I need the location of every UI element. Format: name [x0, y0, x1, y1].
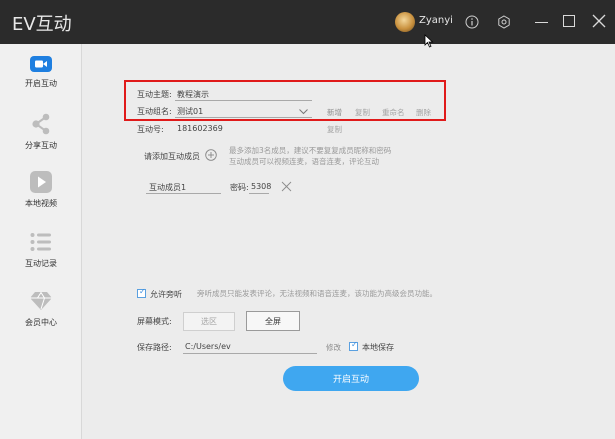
save-path-input[interactable]: C:/Users/ev — [185, 342, 231, 351]
interaction-id-value: 181602369 — [177, 124, 223, 133]
sidebar-item-member-center[interactable]: 会员中心 — [0, 289, 82, 328]
app-title: EV互动 — [12, 14, 72, 35]
interaction-id-label: 互动号: — [137, 125, 164, 134]
local-save-label: 本地保存 — [362, 343, 394, 352]
sidebar-item-start-interaction[interactable]: 开启互动 — [0, 54, 82, 89]
remove-member-icon[interactable] — [281, 181, 292, 192]
sidebar-item-interaction-records[interactable]: 互动记录 — [0, 230, 82, 269]
sidebar: 开启互动 分享互动 本地视频 互动记录 会员中心 — [0, 44, 82, 439]
sidebar-item-label: 互动记录 — [25, 259, 57, 268]
sidebar-item-label: 开启互动 — [25, 79, 57, 88]
password-label: 密码: — [230, 183, 249, 192]
play-icon — [30, 171, 52, 193]
allow-bystander-checkbox[interactable]: ✓ — [137, 287, 146, 298]
allow-bystander-hint: 旁听成员只能发表评论，无法视频和语音连麦，该功能为高级会员功能。 — [197, 289, 437, 298]
add-member-plus-icon[interactable] — [205, 149, 217, 161]
sidebar-item-local-video[interactable]: 本地视频 — [0, 170, 82, 209]
start-interaction-button[interactable]: 开启互动 — [283, 366, 419, 391]
add-member-hint-2: 互动成员可以视频连麦，语音连麦，评论互动 — [229, 157, 379, 166]
sidebar-item-label: 会员中心 — [25, 318, 57, 327]
screen-mode-label: 屏幕模式: — [137, 317, 172, 326]
close-icon[interactable] — [592, 14, 606, 28]
video-camera-icon — [30, 56, 52, 72]
member-name-input[interactable]: 互动成员1 — [149, 182, 186, 193]
save-path-underline — [183, 353, 317, 354]
gear-icon[interactable] — [497, 15, 511, 29]
diamond-icon — [30, 291, 52, 310]
title-bar: EV互动 Zyanyi — [0, 0, 615, 48]
add-member-label: 请添加互动成员 — [144, 152, 200, 161]
password-input[interactable]: 5308 — [251, 182, 271, 191]
username[interactable]: Zyanyi — [419, 15, 453, 26]
highlight-box — [124, 80, 446, 121]
user-avatar[interactable] — [395, 12, 415, 32]
add-member-hint-1: 最多添加3名成员，建议不要复复成员昵称和密码 — [229, 146, 392, 155]
sidebar-item-label: 分享互动 — [25, 141, 57, 150]
mouse-cursor-icon — [424, 34, 434, 48]
check-icon: ✓ — [351, 340, 358, 349]
check-icon: ✓ — [139, 287, 146, 296]
info-icon[interactable] — [465, 15, 479, 29]
screen-mode-area-button[interactable]: 选区 — [183, 312, 235, 331]
save-path-label: 保存路径: — [137, 343, 172, 352]
list-icon — [30, 233, 51, 251]
password-underline — [249, 193, 269, 194]
sidebar-item-label: 本地视频 — [25, 199, 57, 208]
member-name-underline — [146, 193, 221, 194]
share-icon — [32, 113, 50, 135]
copy-id-link[interactable]: 复制 — [327, 124, 342, 135]
screen-mode-full-button[interactable]: 全屏 — [246, 311, 300, 331]
allow-bystander-label: 允许旁听 — [150, 290, 182, 299]
sidebar-item-share-interaction[interactable]: 分享互动 — [0, 112, 82, 151]
local-save-checkbox[interactable]: ✓ — [349, 340, 358, 351]
modify-path-link[interactable]: 修改 — [326, 342, 341, 353]
maximize-icon[interactable] — [563, 15, 575, 27]
minimize-icon[interactable] — [535, 22, 548, 23]
